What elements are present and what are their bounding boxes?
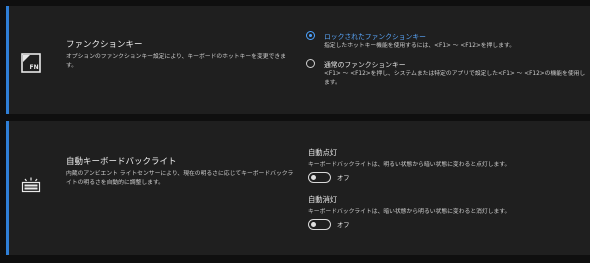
panel-accent-bar: [6, 121, 9, 255]
keyboard-backlight-icon: [21, 177, 41, 193]
radio-normal-description: <F1> ～ <F12>を押し、システムまたは特定のアプリで設定した<F1> ～…: [324, 71, 586, 86]
svg-text:FN: FN: [30, 64, 39, 71]
auto-off-title: 自動消灯: [308, 195, 338, 204]
toggle-knob: [311, 175, 316, 180]
backlight-description: 内蔵のアンビエント ライトセンサーにより、現在の明るさに応じてキーボードバックラ…: [66, 171, 294, 186]
radio-option-locked[interactable]: ロックされたファンクションキー 指定したホットキー機能を使用するには、<F1> …: [306, 31, 586, 53]
auto-on-state-label: オフ: [337, 175, 350, 182]
radio-option-normal[interactable]: 通常のファンクションキー <F1> ～ <F12>を押し、システムまたは特定のア…: [306, 59, 586, 93]
radio-normal-label[interactable]: 通常のファンクションキー: [324, 59, 406, 69]
fn-key-icon: FN: [21, 53, 41, 73]
auto-on-setting: 自動点灯 キーボードバックライトは、明るい状態から暗い状態に変わると点灯します。…: [308, 148, 568, 188]
radio-locked-description: 指定したホットキー機能を使用するには、<F1> ～ <F12>を押します。: [324, 43, 515, 49]
radio-locked-label[interactable]: ロックされたファンクションキー: [324, 31, 426, 41]
toggle-knob: [311, 222, 316, 227]
keyboard-backlight-panel: 自動キーボードバックライト 内蔵のアンビエント ライトセンサーにより、現在の明る…: [6, 121, 590, 255]
settings-page: FN ファンクションキー オプションのファンクションキー設定により、キーボードの…: [0, 0, 590, 263]
function-key-description: オプションのファンクションキー設定により、キーボードのホットキーを変更できます。: [66, 54, 286, 69]
function-key-panel: FN ファンクションキー オプションのファンクションキー設定により、キーボードの…: [6, 6, 590, 114]
function-key-title: ファンクションキー: [66, 40, 143, 50]
auto-on-description: キーボードバックライトは、明るい状態から暗い状態に変わると点灯します。: [308, 162, 511, 168]
radio-locked-selected[interactable]: [306, 31, 315, 40]
auto-off-description: キーボードバックライトは、暗い状態から明るい状態に変わると消灯します。: [308, 209, 511, 215]
backlight-title: 自動キーボードバックライト: [66, 157, 177, 167]
auto-off-toggle[interactable]: [308, 219, 331, 230]
auto-on-title: 自動点灯: [308, 148, 338, 157]
auto-on-toggle[interactable]: [308, 172, 331, 183]
auto-off-state-label: オフ: [337, 222, 350, 229]
auto-off-setting: 自動消灯 キーボードバックライトは、暗い状態から明るい状態に変わると消灯します。…: [308, 195, 568, 235]
panel-accent-bar: [6, 6, 9, 114]
radio-normal-unselected[interactable]: [306, 59, 315, 68]
